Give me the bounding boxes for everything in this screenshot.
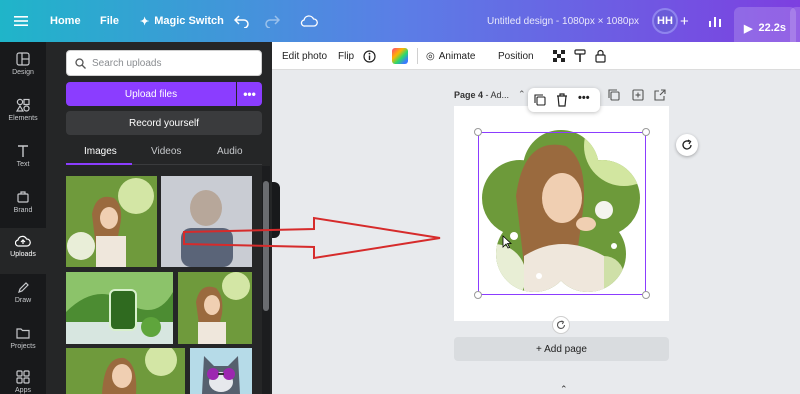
active-tab-indicator [66, 163, 132, 165]
edit-photo-button[interactable]: Edit photo [282, 42, 327, 70]
file-menu[interactable]: File [100, 0, 119, 42]
animate-icon: ◎ [426, 50, 435, 62]
rail-item-text[interactable]: Text [0, 138, 46, 182]
duplicate-icon[interactable] [534, 94, 546, 106]
page-number: Page 4 [454, 90, 484, 100]
home-link[interactable]: Home [50, 0, 81, 42]
rail-label-apps: Apps [15, 387, 31, 394]
rail-label-text: Text [16, 161, 30, 168]
share-page-icon[interactable] [654, 88, 666, 106]
record-yourself-button[interactable]: Record yourself [66, 111, 262, 135]
chevron-up-icon[interactable]: ⌃ [518, 89, 526, 100]
tab-images[interactable]: Images [84, 146, 117, 157]
animate-button[interactable]: ◎ Animate [426, 42, 475, 70]
selection-box[interactable] [478, 132, 646, 295]
rail-label-uploads: Uploads [10, 251, 36, 258]
rail-item-elements[interactable]: Elements [0, 92, 46, 136]
rail-label-elements: Elements [8, 115, 38, 122]
toolbar-divider [417, 48, 418, 64]
search-box[interactable] [66, 50, 262, 76]
rail-item-draw[interactable]: Draw [0, 274, 46, 318]
left-rail: Design Elements Text Brand Uploads Draw … [0, 42, 46, 394]
design-icon [16, 52, 30, 66]
upload-thumbnail-girl-2[interactable] [178, 272, 252, 344]
design-title[interactable]: Untitled design - 1080px × 1080px [487, 0, 639, 42]
copy-page-icon[interactable] [632, 88, 644, 106]
magic-switch-label: Magic Switch [154, 15, 224, 27]
tab-audio[interactable]: Audio [217, 146, 243, 157]
play-icon: ▶ [744, 22, 753, 35]
draw-icon [18, 282, 29, 293]
rail-item-projects[interactable]: Projects [0, 320, 46, 364]
panel-scrollbar[interactable] [262, 166, 270, 394]
upload-thumbnail-cat-sunglasses[interactable] [190, 348, 252, 394]
regenerate-icon[interactable] [676, 134, 698, 156]
rotate-handle-icon[interactable] [552, 316, 570, 334]
more-options-icon[interactable]: ••• [578, 92, 590, 104]
brand-icon [17, 191, 29, 203]
upload-thumbnail-girl-3[interactable] [66, 348, 185, 394]
text-icon [18, 145, 28, 157]
rail-item-brand[interactable]: Brand [0, 184, 46, 228]
editor-toolbar: Edit photo Flip ◎ Animate Position [272, 42, 800, 70]
duplicate-page-icon[interactable] [608, 88, 620, 106]
show-pages-chevron-icon[interactable]: ⌃ [560, 384, 568, 394]
upload-thumbnail-green-juice[interactable] [66, 272, 173, 344]
upload-files-button[interactable]: Upload files [66, 82, 236, 106]
search-icon [75, 57, 86, 69]
uploads-icon [15, 235, 31, 247]
rail-item-apps[interactable]: Apps [0, 364, 46, 394]
insights-icon[interactable] [708, 0, 722, 42]
play-duration: 22.2s [758, 22, 786, 34]
rail-item-design[interactable]: Design [0, 46, 46, 90]
projects-icon [16, 328, 30, 339]
cloud-save-icon[interactable] [300, 0, 318, 42]
magic-switch-button[interactable]: ✦ Magic Switch [140, 0, 224, 42]
tab-videos[interactable]: Videos [151, 146, 181, 157]
resize-handle-bottom-left[interactable] [474, 291, 482, 299]
sparkle-icon: ✦ [140, 15, 150, 28]
animate-label: Animate [438, 50, 476, 62]
color-swatch-icon[interactable] [392, 42, 408, 70]
lock-icon[interactable] [595, 42, 606, 70]
resize-handle-top-right[interactable] [642, 128, 650, 136]
annotation-arrow-icon [183, 216, 441, 260]
rail-label-brand: Brand [13, 207, 33, 214]
undo-icon[interactable] [234, 0, 250, 42]
page-title: - Ad... [483, 90, 510, 100]
menu-icon[interactable] [14, 0, 28, 42]
transparency-icon[interactable] [553, 42, 565, 70]
rail-label-draw: Draw [14, 297, 32, 304]
delete-icon[interactable] [556, 93, 568, 107]
avatar-initials: HH [652, 8, 678, 34]
upload-options-button[interactable]: ••• [237, 82, 262, 106]
position-button[interactable]: Position [498, 42, 534, 70]
rail-label-design: Design [12, 69, 34, 76]
search-input[interactable] [92, 57, 242, 69]
redo-icon[interactable] [264, 0, 280, 42]
add-page-button[interactable]: + Add page [454, 337, 669, 361]
upload-thumbnail-girl-1[interactable] [66, 176, 157, 267]
mouse-cursor-icon [502, 235, 512, 249]
paint-roller-icon[interactable] [574, 42, 586, 70]
info-icon[interactable] [363, 42, 376, 70]
element-floating-toolbar: ••• [528, 88, 600, 112]
user-avatar[interactable]: HH [652, 8, 678, 34]
rail-label-projects: Projects [10, 343, 36, 350]
rail-item-uploads[interactable]: Uploads [0, 228, 46, 274]
top-bar: Home File ✦ Magic Switch Untitled design… [0, 0, 800, 49]
page-label[interactable]: Page 4 - Ad... [454, 90, 509, 100]
flip-button[interactable]: Flip [338, 42, 354, 70]
resize-handle-top-left[interactable] [474, 128, 482, 136]
add-collaborator-icon[interactable]: + [680, 0, 689, 42]
elements-icon [16, 98, 30, 112]
resize-handle-bottom-right[interactable] [642, 291, 650, 299]
apps-icon [16, 370, 30, 384]
